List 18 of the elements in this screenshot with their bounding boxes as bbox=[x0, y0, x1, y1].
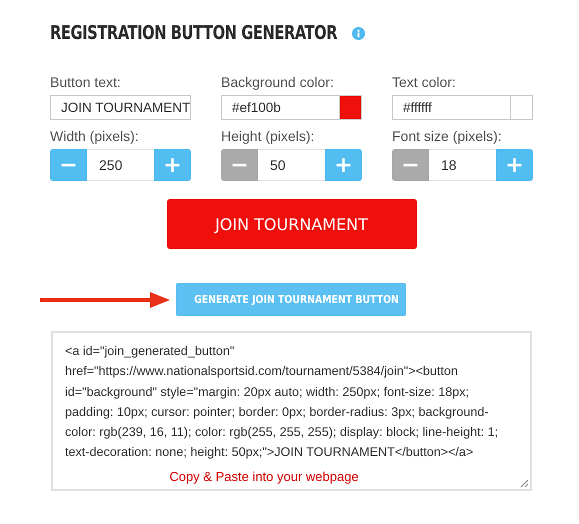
input-field[interactable]: #ef100b bbox=[221, 95, 362, 120]
code-textarea[interactable] bbox=[51, 331, 532, 491]
copy-note: Copy & Paste into your webpage bbox=[168, 468, 360, 484]
code-text: <a id="join_generated_button" href="https://www.nationalsportsid.com/tournament/5384/join"><button id="background" style="margin: 20px auto; width: 250px; font-size: 18px; padding: 10px; cursor: pointer; border: 0px; border-radius: 3px; background-color: rgb(239, 16, 11); color: rgb(255, 255, 255); display: block; line-height: 1; text-decoration: none; height: 50px;">JOIN TOURNAMENT</button></a> bbox=[65, 343, 500, 462]
info-icon[interactable] bbox=[352, 26, 365, 40]
field-label: Width (pixels): bbox=[50, 128, 139, 144]
page-title: REGISTRATION BUTTON GENERATOR bbox=[50, 22, 338, 44]
field-label: Font size (pixels): bbox=[392, 128, 502, 144]
field-label: Height (pixels): bbox=[221, 128, 314, 144]
field-label: Button text: bbox=[50, 74, 121, 90]
field-label: Background color: bbox=[221, 74, 334, 90]
field-label: Text color: bbox=[392, 74, 456, 90]
input-field[interactable]: #ffffff bbox=[392, 95, 533, 120]
resize-grip-icon[interactable] bbox=[520, 479, 528, 487]
color-swatch[interactable] bbox=[339, 96, 361, 119]
preview-button[interactable]: JOIN TOURNAMENT bbox=[166, 199, 416, 249]
arrow-icon bbox=[40, 292, 170, 308]
input-field[interactable]: JOIN TOURNAMENT bbox=[50, 95, 191, 120]
